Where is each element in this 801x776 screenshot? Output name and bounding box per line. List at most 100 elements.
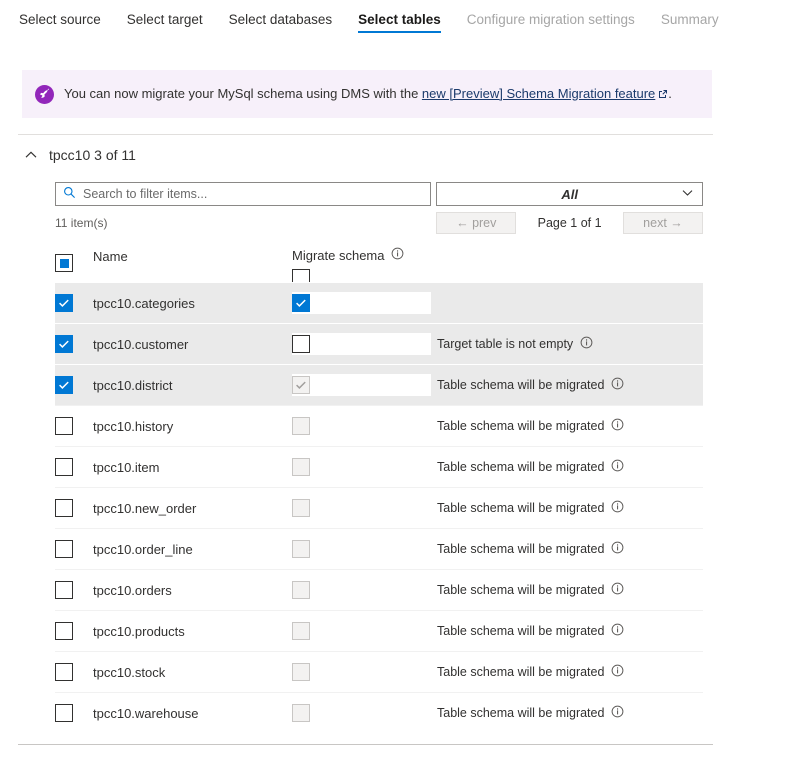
banner-text-before: You can now migrate your MySql schema us… <box>64 85 422 101</box>
schema-migration-link[interactable]: new [Preview] Schema Migration feature <box>422 86 655 101</box>
row-status-cell: Table schema will be migrated <box>437 541 624 557</box>
migrate-schema-checkbox <box>292 499 310 517</box>
info-icon[interactable] <box>391 247 404 263</box>
wizard-tab-select-target[interactable]: Select target <box>114 0 216 42</box>
row-select-checkbox[interactable] <box>55 499 73 517</box>
table-name-cell: tpcc10.categories <box>93 295 195 311</box>
migrate-schema-checkbox[interactable] <box>292 294 310 312</box>
select-all-cell <box>55 240 93 272</box>
table-row[interactable]: tpcc10.orders Table schema will be migrat… <box>55 569 703 610</box>
row-select-checkbox[interactable] <box>55 581 73 599</box>
row-select-cell <box>55 499 93 517</box>
info-icon[interactable] <box>611 459 624 475</box>
page-divider-bottom <box>18 744 713 745</box>
page-indicator: Page 1 of 1 <box>537 216 602 230</box>
row-select-checkbox[interactable] <box>55 622 73 640</box>
migrate-schema-field[interactable] <box>292 374 431 396</box>
rocket-icon <box>35 84 54 104</box>
wizard-tab-select-tables[interactable]: Select tables <box>345 0 454 42</box>
row-status-cell: Table schema will be migrated <box>437 705 624 721</box>
chevron-down-icon <box>681 186 694 202</box>
schema-migration-banner: You can now migrate your MySql schema us… <box>22 70 712 118</box>
row-select-checkbox[interactable] <box>55 417 73 435</box>
table-row[interactable]: tpcc10.stock Table schema will be migrate… <box>55 651 703 692</box>
info-icon[interactable] <box>611 664 624 680</box>
info-icon[interactable] <box>611 377 624 393</box>
column-header-migrate-schema: Migrate schema <box>292 240 404 287</box>
table-row[interactable]: tpcc10.history Table schema will be migra… <box>55 405 703 446</box>
search-input-placeholder: Search to filter items... <box>83 187 208 201</box>
row-select-checkbox[interactable] <box>55 458 73 476</box>
migrate-schema-cell <box>292 292 437 314</box>
table-body: tpcc10.categories tpcc10.customer Target t… <box>55 282 703 733</box>
migrate-schema-cell <box>292 540 437 558</box>
select-all-checkbox[interactable] <box>55 254 73 272</box>
migrate-schema-field[interactable] <box>292 292 431 314</box>
item-count-label: 11 item(s) <box>55 216 108 230</box>
row-select-cell <box>55 294 93 312</box>
info-icon[interactable] <box>611 705 624 721</box>
row-status-text: Table schema will be migrated <box>437 706 605 720</box>
table-row[interactable]: tpcc10.products Table schema will be migr… <box>55 610 703 651</box>
row-select-cell <box>55 622 93 640</box>
table-row[interactable]: tpcc10.categories <box>55 282 703 323</box>
next-page-button[interactable]: next → <box>622 212 703 234</box>
row-status-cell: Table schema will be migrated <box>437 623 624 639</box>
info-icon[interactable] <box>611 541 624 557</box>
database-section-header[interactable]: tpcc10 3 of 11 <box>24 145 136 165</box>
row-status-cell: Table schema will be migrated <box>437 582 624 598</box>
migrate-schema-checkbox <box>292 458 310 476</box>
migrate-schema-checkbox <box>292 376 310 394</box>
table-filter-dropdown[interactable]: All <box>436 182 703 206</box>
banner-text: You can now migrate your MySql schema us… <box>64 85 672 104</box>
row-select-checkbox[interactable] <box>55 294 73 312</box>
migrate-schema-cell <box>292 417 437 435</box>
section-divider-top <box>18 134 713 135</box>
migrate-schema-checkbox <box>292 704 310 722</box>
migrate-schema-cell <box>292 374 437 396</box>
info-icon[interactable] <box>611 418 624 434</box>
migrate-schema-checkbox <box>292 417 310 435</box>
toolbar-row-filters: Search to filter items... All <box>55 182 703 206</box>
table-row[interactable]: tpcc10.item Table schema will be migrated <box>55 446 703 487</box>
info-icon[interactable] <box>580 336 593 352</box>
table-name-cell: tpcc10.district <box>93 377 173 393</box>
table-name-cell: tpcc10.history <box>93 418 174 434</box>
table-row[interactable]: tpcc10.district Table schema will be migr… <box>55 364 703 405</box>
row-select-checkbox[interactable] <box>55 335 73 353</box>
row-select-checkbox[interactable] <box>55 663 73 681</box>
table-row[interactable]: tpcc10.customer Target table is not empty <box>55 323 703 364</box>
prev-page-button[interactable]: ← prev <box>436 212 517 234</box>
wizard-tab-summary: Summary <box>660 12 719 27</box>
row-select-checkbox[interactable] <box>55 540 73 558</box>
section-title: tpcc10 3 of 11 <box>49 147 136 163</box>
row-select-cell <box>55 663 93 681</box>
row-select-cell <box>55 335 93 353</box>
table-name-cell: tpcc10.new_order <box>93 500 197 516</box>
row-status-cell: Table schema will be migrated <box>437 500 624 516</box>
row-status-text: Table schema will be migrated <box>437 583 605 597</box>
row-status-text: Table schema will be migrated <box>437 419 605 433</box>
migrate-schema-checkbox <box>292 540 310 558</box>
table-name-cell: tpcc10.products <box>93 623 185 639</box>
table-row[interactable]: tpcc10.order_line Table schema will be mi… <box>55 528 703 569</box>
migrate-schema-checkbox[interactable] <box>292 335 310 353</box>
info-icon[interactable] <box>611 500 624 516</box>
table-row[interactable]: tpcc10.new_order Table schema will be mig… <box>55 487 703 528</box>
table-header-row: Name Migrate schema <box>55 240 703 287</box>
migrate-schema-field[interactable] <box>292 333 431 355</box>
info-icon[interactable] <box>611 623 624 639</box>
table-row[interactable]: tpcc10.warehouse Table schema will be mig… <box>55 692 703 733</box>
row-select-cell <box>55 376 93 394</box>
wizard-tab-select-databases[interactable]: Select databases <box>216 0 346 42</box>
pagination-controls: ← prev Page 1 of 1 next → <box>436 212 703 234</box>
row-status-text: Table schema will be migrated <box>437 542 605 556</box>
wizard-tab-configure-migration-settings: Configure migration settings <box>466 12 635 27</box>
row-select-checkbox[interactable] <box>55 704 73 722</box>
wizard-tab-select-source[interactable]: Select source <box>6 0 114 42</box>
info-icon[interactable] <box>611 582 624 598</box>
row-status-cell: Table schema will be migrated <box>437 459 624 475</box>
table-name-cell: tpcc10.stock <box>93 664 166 680</box>
search-input-wrapper[interactable]: Search to filter items... <box>55 182 432 206</box>
row-select-checkbox[interactable] <box>55 376 73 394</box>
